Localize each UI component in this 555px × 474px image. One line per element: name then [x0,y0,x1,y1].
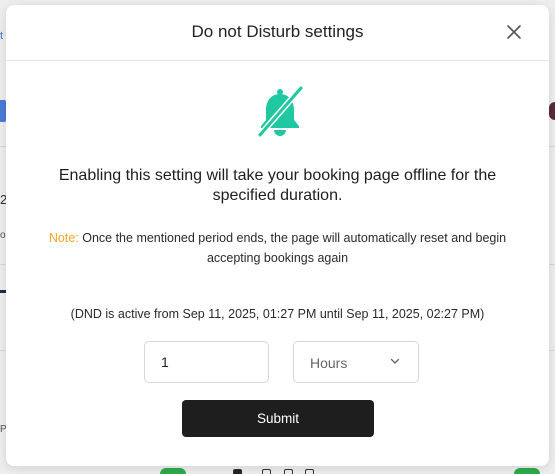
background-icon [305,469,314,474]
duration-unit-value: Hours [310,355,348,371]
note-body: Once the mentioned period ends, the page… [78,231,507,265]
dnd-description: Enabling this setting will take your boo… [58,167,497,204]
dnd-active-status: (DND is active from Sep 11, 2025, 01:27 … [70,307,485,321]
background-toggle [160,468,186,474]
background-divider [549,264,555,265]
note-text: Note: Once the mentioned period ends, th… [36,229,519,268]
background-icon [233,469,242,474]
background-avatar-fragment [549,102,555,120]
modal-title: Do not Disturb settings [191,22,364,41]
background-toggle [514,468,540,474]
background-divider [549,350,555,351]
background-divider [549,146,555,147]
submit-button[interactable]: Submit [182,400,374,437]
chevron-down-icon [390,358,400,365]
close-icon[interactable] [505,23,523,41]
bell-off-icon [254,85,306,141]
modal-header: Do not Disturb settings [6,5,549,61]
duration-unit-select[interactable]: Hours [293,341,419,383]
background-icon [262,469,271,474]
note-label: Note: [48,231,79,245]
duration-input[interactable] [144,341,269,383]
background-icon [284,469,293,474]
dnd-settings-modal: Do not Disturb settings Enabling this se… [6,5,549,466]
